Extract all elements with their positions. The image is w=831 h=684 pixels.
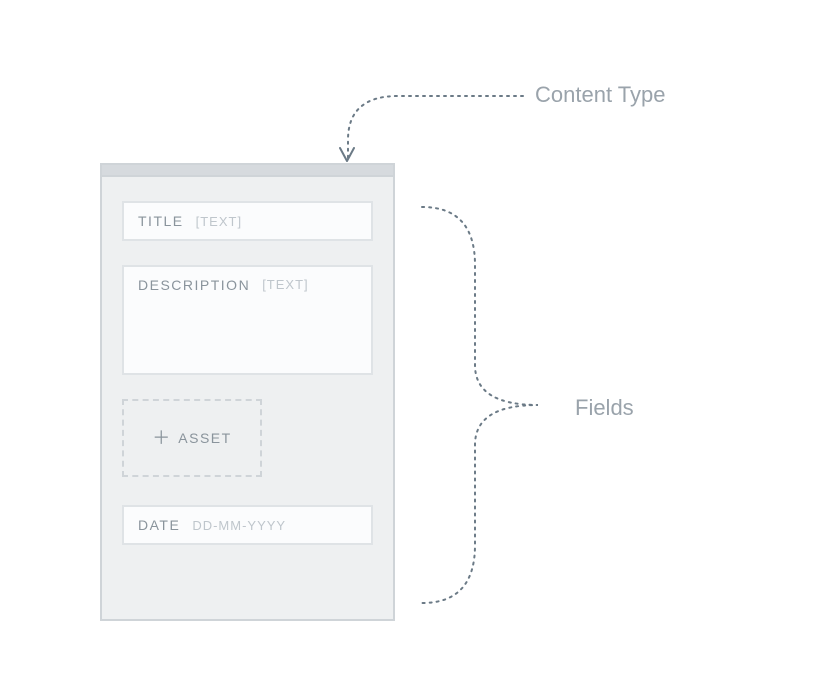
field-label: TITLE — [138, 213, 184, 229]
field-asset: ＋ ASSET — [122, 399, 262, 477]
content-type-panel: TITLE [TEXT] DESCRIPTION [TEXT] ＋ ASSET … — [100, 163, 395, 621]
field-label: ASSET — [178, 430, 231, 446]
field-hint: [TEXT] — [262, 277, 308, 292]
plus-icon: ＋ — [152, 429, 170, 447]
field-hint: [TEXT] — [196, 214, 242, 229]
arrow-content-type — [338, 80, 538, 170]
diagram-canvas: Content Type TITLE [TEXT] DESCRIPTION [T… — [0, 0, 831, 684]
annotation-content-type: Content Type — [535, 82, 665, 108]
field-date: DATE DD-MM-YYYY — [122, 505, 373, 545]
panel-titlebar — [102, 165, 393, 177]
field-label: DESCRIPTION — [138, 277, 250, 293]
field-hint: DD-MM-YYYY — [192, 518, 286, 533]
brace-fields — [420, 205, 540, 605]
annotation-fields: Fields — [575, 395, 634, 421]
arrowhead-icon — [339, 142, 355, 162]
field-description: DESCRIPTION [TEXT] — [122, 265, 373, 375]
field-label: DATE — [138, 517, 180, 533]
field-title: TITLE [TEXT] — [122, 201, 373, 241]
panel-body: TITLE [TEXT] DESCRIPTION [TEXT] ＋ ASSET … — [102, 177, 393, 593]
